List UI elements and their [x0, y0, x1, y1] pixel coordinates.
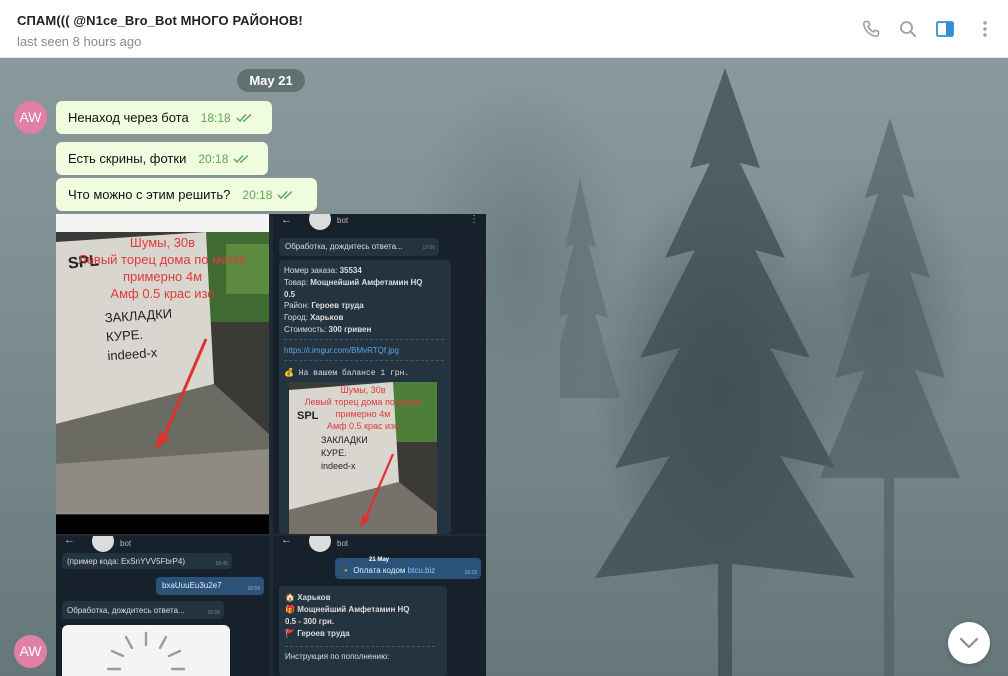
processing-message: Обработка, дождитесь ответа... 17:00	[279, 238, 439, 256]
wallpaper-trees	[560, 68, 960, 676]
message-time: 20:18	[242, 187, 273, 202]
back-arrow-icon: ←	[281, 214, 292, 226]
chevron-down-icon	[959, 637, 979, 649]
date-chip: 21 May	[369, 557, 390, 563]
bot-name: bot	[337, 216, 349, 225]
back-arrow-icon: ←	[64, 536, 75, 546]
double-check-icon	[233, 154, 249, 163]
loading-spinner-image	[62, 625, 230, 676]
photo-overlay-caption: Шумы, 30в Левый торец дома по метке прим…	[78, 235, 247, 301]
avatar[interactable]: AW	[14, 101, 47, 134]
bot-avatar	[309, 536, 331, 552]
order-details-message: Номер заказа: 35534 Товар: Мощнейший Амф…	[279, 260, 451, 534]
double-check-icon	[277, 190, 293, 199]
order-summary-message: 🏠 Харьков 🎁 Мощнейший Амфетамин HQ 0.5 -…	[279, 586, 447, 676]
message-bubble[interactable]: Что можно с этим решить? 20:18	[56, 178, 317, 211]
menu-icon: ⋮	[469, 214, 479, 225]
photo-album[interactable]: SPL ЗАКЛАДКИ КУРЕ. indeed-x Шумы, 30в Ле…	[56, 214, 486, 676]
chat-area[interactable]: May 21 AW Ненаход через бота 18:18 Есть …	[0, 58, 1008, 676]
photo-wall-marked[interactable]: SPL ЗАКЛАДКИ КУРЕ. indeed-x Шумы, 30в Ле…	[56, 214, 269, 534]
order-lines: Номер заказа: 35534 Товар: Мощнейший Амф…	[284, 266, 423, 334]
message-text: Есть скрины, фотки	[68, 151, 187, 166]
message-time: 18:18	[200, 110, 231, 125]
screenshot-bot-payment[interactable]: ← bot 21 May 🔸 Оплата кодом btcu.biz 16:…	[273, 536, 486, 676]
sidebar-toggle-icon[interactable]	[935, 19, 955, 39]
back-arrow-icon: ←	[281, 536, 292, 546]
processing-message: Обработка, дождитесь ответа... 16:59	[62, 601, 224, 619]
bot-name: bot	[120, 539, 132, 548]
double-check-icon	[236, 113, 252, 122]
search-icon[interactable]	[898, 19, 918, 39]
message-bubble[interactable]: Ненаход через бота 18:18	[56, 101, 272, 134]
bot-avatar	[309, 214, 331, 230]
scroll-to-bottom-button[interactable]	[948, 622, 990, 664]
avatar[interactable]: AW	[14, 635, 47, 668]
more-options-icon[interactable]	[975, 19, 995, 39]
message-text: Что можно с этим решить?	[68, 187, 231, 202]
bot-avatar	[92, 536, 114, 552]
balance-text: 💰 На вашем балансе 1 грн.	[284, 369, 410, 378]
screenshot-bot-code[interactable]: ← bot (пример кода: ExSnYVV5FbrP4) 16:45…	[56, 536, 269, 676]
date-separator: May 21	[237, 69, 305, 92]
phone-icon[interactable]	[861, 19, 881, 39]
payment-code-message: 21 May 🔸 Оплата кодом btcu.biz 16:29	[335, 557, 481, 579]
screenshot-bot-order[interactable]: ← bot ⋮ Обработка, дождитесь ответа... 1…	[273, 214, 486, 534]
embedded-wall-photo: SPL ЗАКЛАДКИ КУРЕ. indeed-x Шумы, 30в Ле…	[289, 382, 437, 534]
last-seen-status: last seen 8 hours ago	[17, 34, 142, 49]
bot-name: bot	[337, 539, 349, 548]
chat-header: СПАМ((( @N1ce_Bro_Bot МНОГО РАЙОНОВ! las…	[0, 0, 1008, 58]
message-time: 20:18	[198, 151, 229, 166]
message-bubble[interactable]: Есть скрины, фотки 20:18	[56, 142, 268, 175]
chat-title[interactable]: СПАМ((( @N1ce_Bro_Bot МНОГО РАЙОНОВ!	[17, 13, 303, 28]
code-hint-message: (пример кода: ExSnYVV5FbrP4) 16:45	[62, 553, 232, 569]
user-code-message: bxaUuuEu3u2e7 16:59	[156, 577, 264, 595]
message-text: Ненаход через бота	[68, 110, 189, 125]
wall-text-lines: ЗАКЛАДКИ КУРЕ. indeed-x	[104, 305, 173, 364]
imgur-link[interactable]: https://i.imgur.com/BMvRTQf.jpg	[284, 346, 399, 355]
